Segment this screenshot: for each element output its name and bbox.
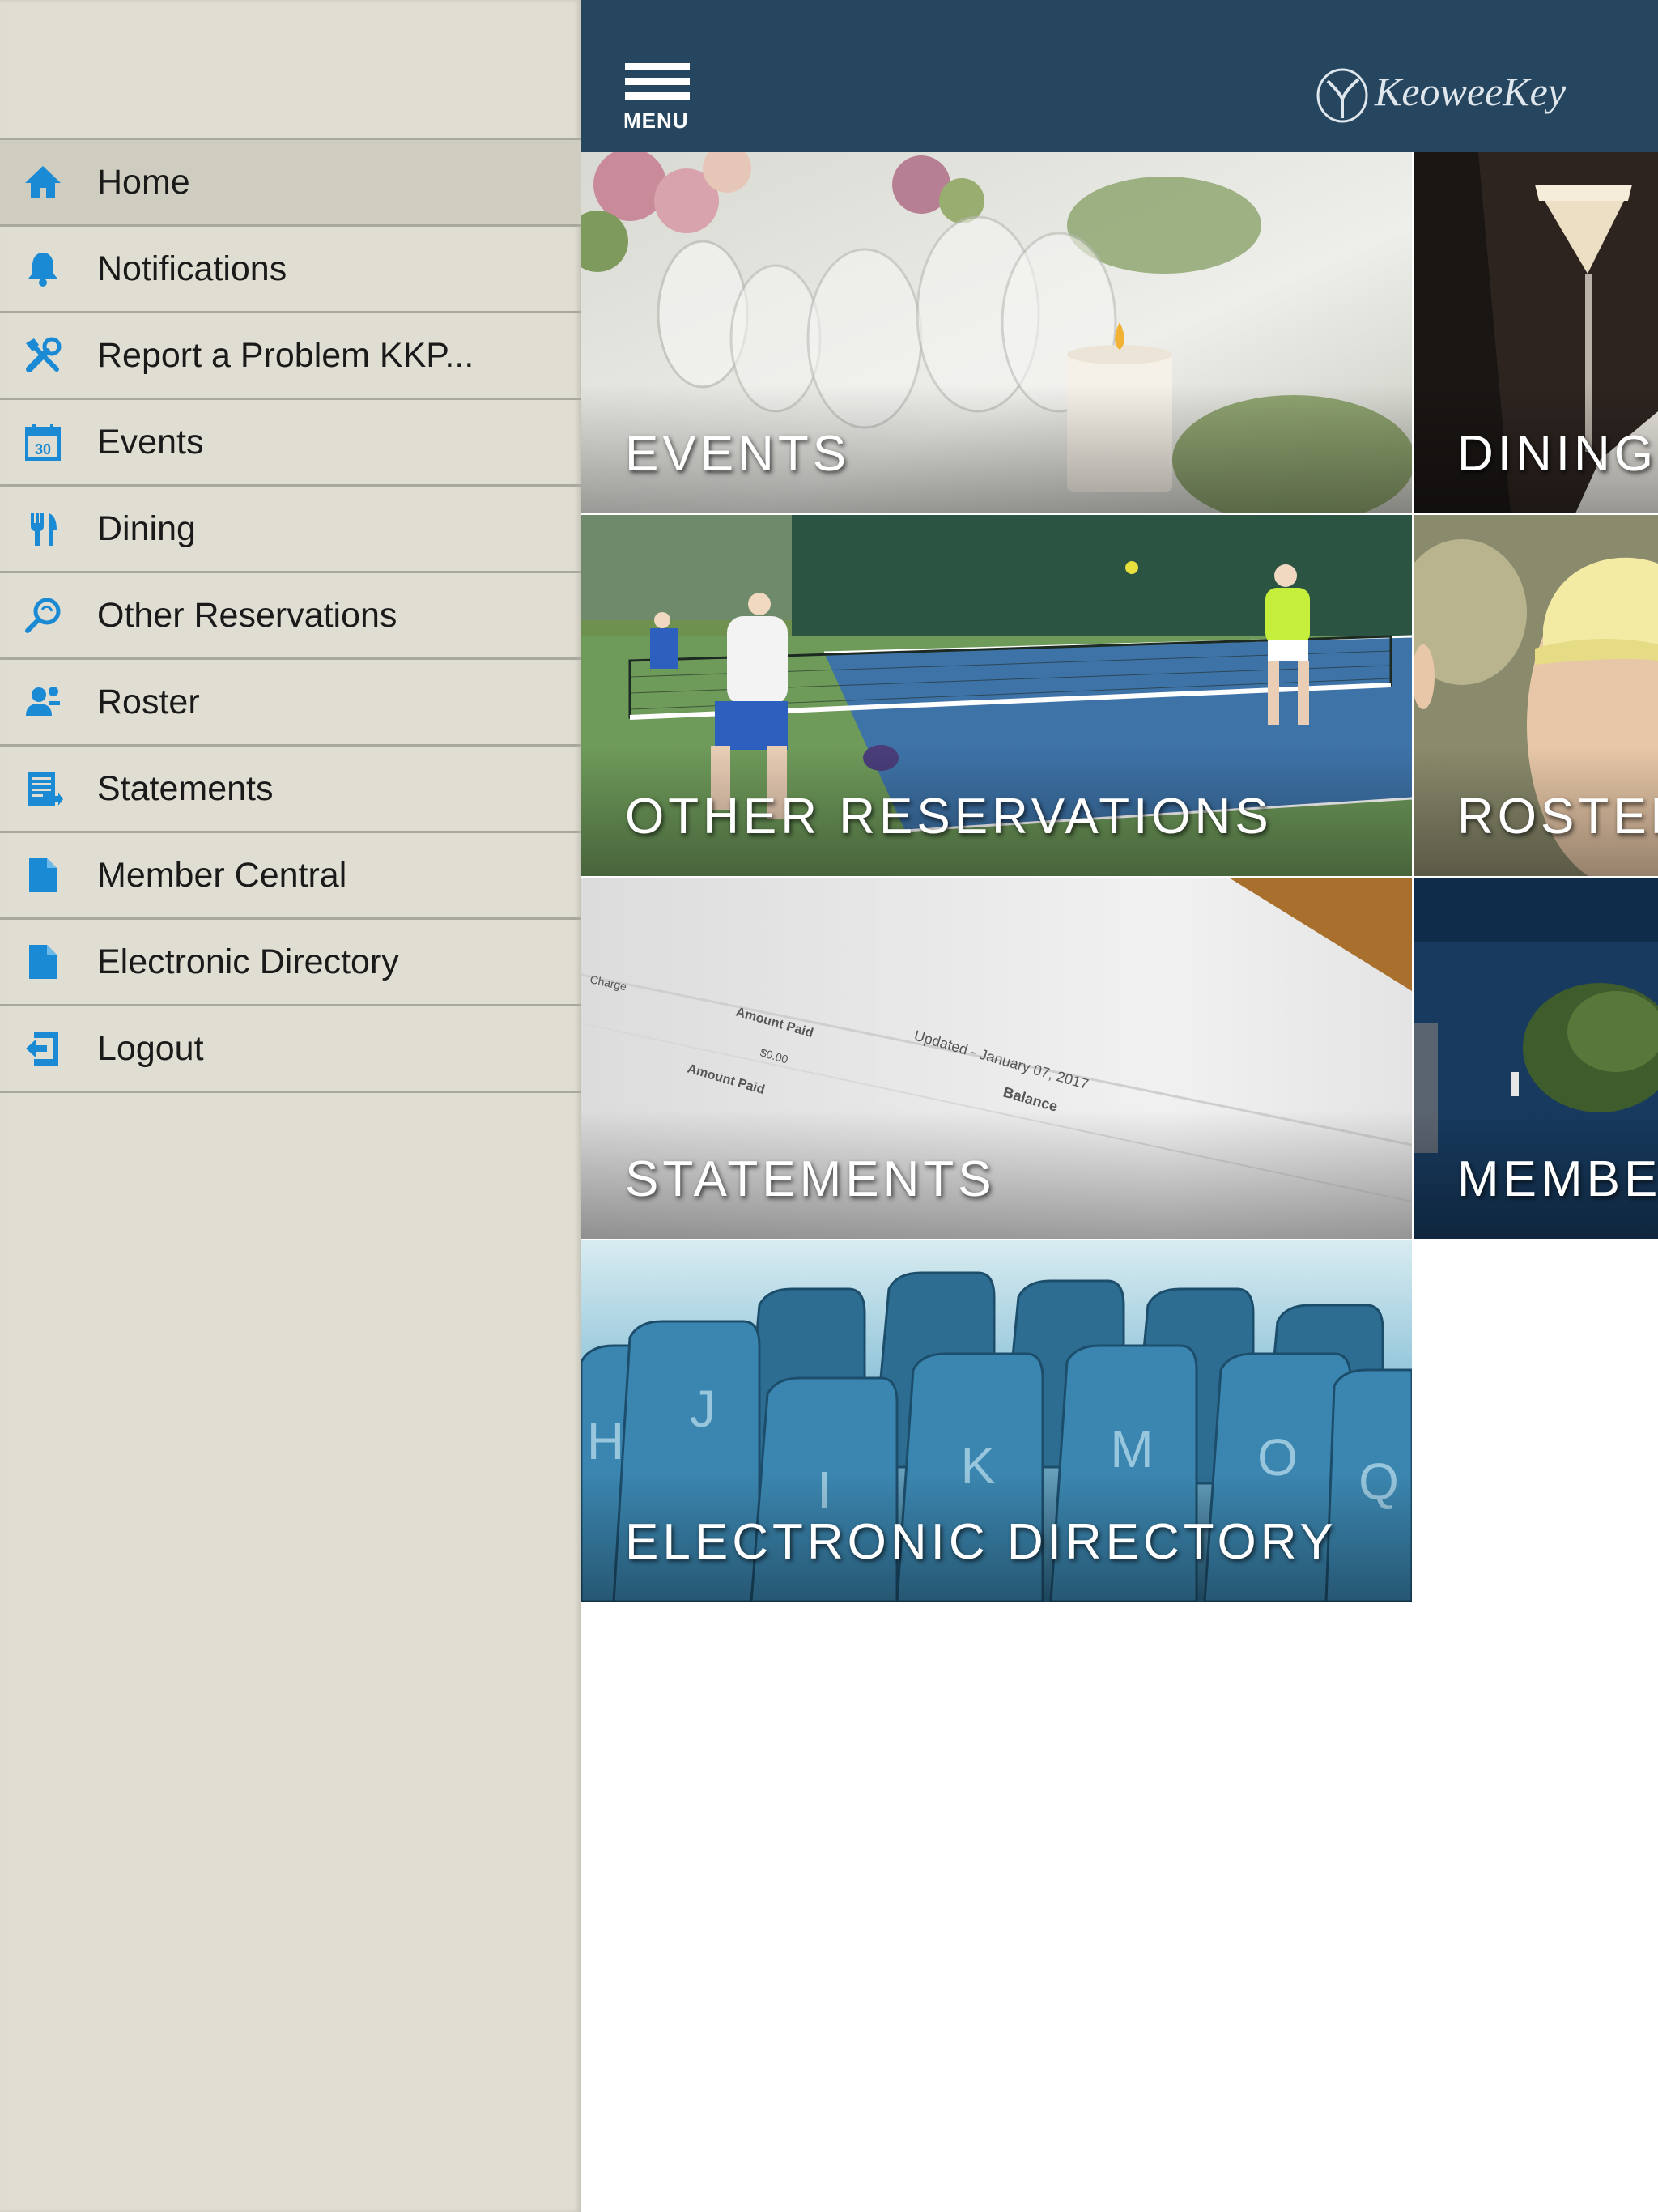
logo-emblem-icon [1316, 68, 1368, 123]
statement-icon [21, 767, 65, 810]
tile-label: ELECTRONIC DIRECTORY [625, 1514, 1337, 1570]
nav-item-label: Notifications [97, 249, 287, 288]
calendar-day: 30 [35, 441, 51, 457]
top-bar: MENU KeoweeKey [581, 0, 1658, 152]
document-icon [21, 940, 65, 984]
tile-label: MEMBER CENTRAL [1457, 1151, 1658, 1207]
nav-item-home[interactable]: Home [0, 138, 581, 227]
nav-item-label: Electronic Directory [97, 942, 399, 981]
fork-knife-icon [21, 507, 65, 551]
nav-item-roster[interactable]: Roster [0, 660, 581, 747]
tools-icon [21, 334, 65, 377]
nav-item-label: Statements [97, 768, 274, 808]
menu-button[interactable]: MENU [623, 63, 693, 136]
club-logo: KeoweeKey [1310, 63, 1566, 128]
nav-item-label: Logout [97, 1028, 204, 1068]
nav-item-dining[interactable]: Dining [0, 487, 581, 573]
nav-item-report-problem[interactable]: Report a Problem KKP... [0, 313, 581, 400]
tile-electronic-directory[interactable]: H J I K M O Q ELECTRONIC DIRECTORY [581, 1240, 1412, 1602]
nav-item-label: Member Central [97, 855, 347, 895]
nav-item-label: Other Reservations [97, 595, 397, 635]
tile-dining[interactable]: DINING [1414, 152, 1658, 513]
tile-label: OTHER RESERVATIONS [625, 789, 1273, 844]
logo-text: KeoweeKey [1375, 69, 1567, 114]
menu-label: MENU [623, 108, 689, 133]
hamburger-icon [625, 63, 690, 70]
directory-tab-letter: H [587, 1412, 624, 1470]
person-icon [21, 680, 65, 724]
main-content: MENU KeoweeKey EVENTS DINING OTHER RESER… [581, 0, 1658, 2212]
logout-icon [21, 1027, 65, 1070]
tile-roster[interactable]: ROSTER [1414, 515, 1658, 876]
tile-label: ROSTER [1457, 789, 1658, 844]
nav-item-label: Events [97, 422, 204, 462]
tile-statements[interactable]: Charge Amount Paid $0.00 Amount Paid Upd… [581, 878, 1412, 1239]
bell-icon [21, 247, 65, 291]
nav-item-label: Dining [97, 508, 196, 548]
tile-other-reservations[interactable]: OTHER RESERVATIONS [581, 515, 1412, 876]
tile-label: DINING [1457, 426, 1657, 482]
nav-item-member-central[interactable]: Member Central [0, 833, 581, 920]
nav-item-statements[interactable]: Statements [0, 747, 581, 833]
tile-label: EVENTS [625, 426, 851, 482]
calendar-icon: 30 [21, 420, 65, 464]
document-icon [21, 853, 65, 897]
nav-item-notifications[interactable]: Notifications [0, 227, 581, 313]
tile-member-central[interactable]: MEMBER CENTRAL [1414, 878, 1658, 1239]
nav-item-label: Home [97, 162, 190, 202]
tile-label: STATEMENTS [625, 1151, 996, 1207]
directory-tab-letter: J [690, 1380, 716, 1438]
nav-item-label: Roster [97, 682, 200, 721]
directory-tab-letter: M [1110, 1420, 1153, 1478]
nav-item-electronic-directory[interactable]: Electronic Directory [0, 920, 581, 1006]
nav-item-other-reservations[interactable]: Other Reservations [0, 573, 581, 660]
nav-drawer: Home Notifications Report a Problem KKP.… [0, 0, 581, 2212]
tile-events[interactable]: EVENTS [581, 152, 1412, 513]
reservation-icon [21, 593, 65, 637]
nav-item-label: Report a Problem KKP... [97, 335, 474, 375]
home-icon [21, 160, 65, 204]
nav-list: Home Notifications Report a Problem KKP.… [0, 138, 581, 1093]
nav-item-logout[interactable]: Logout [0, 1006, 581, 1093]
nav-item-events[interactable]: 30 Events [0, 400, 581, 487]
